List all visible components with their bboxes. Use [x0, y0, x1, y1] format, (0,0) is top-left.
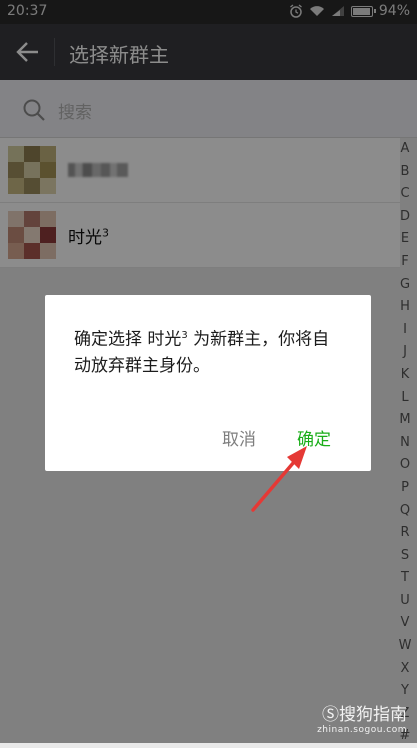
watermark-url: zhinan.sogou.com [317, 725, 407, 735]
watermark-brand: Ⓢ搜狗指南 [322, 705, 407, 725]
sogou-logo-icon: Ⓢ [322, 705, 339, 725]
watermark: Ⓢ搜狗指南 zhinan.sogou.com [317, 700, 407, 735]
annotation-arrow-icon [251, 446, 307, 512]
